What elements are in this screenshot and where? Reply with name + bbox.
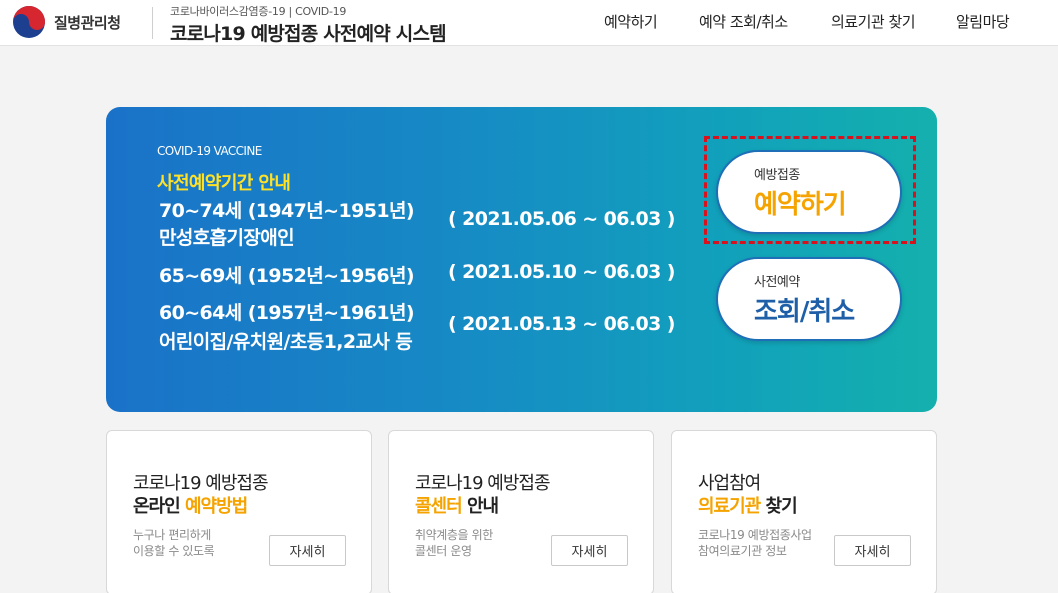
card-online-reservation: 코로나19 예방접종 온라인 예약방법 누구나 편리하게 이용할 수 있도록 자… bbox=[106, 430, 372, 593]
site-title[interactable]: 코로나19 예방접종 사전예약 시스템 bbox=[170, 19, 447, 46]
header: 질병관리청 코로나바이러스감염증-19 | COVID-19 코로나19 예방접… bbox=[0, 0, 1058, 46]
nav-lookup-cancel[interactable]: 예약 조회/취소 bbox=[699, 11, 788, 32]
card-desc-line1: 코로나19 예방접종사업 bbox=[698, 528, 812, 542]
card-desc-line2: 이용할 수 있도록 bbox=[133, 544, 215, 558]
taegeuk-logo-icon bbox=[13, 6, 45, 38]
card-desc-line2: 콜센터 운영 bbox=[415, 544, 472, 558]
site-subtitle: 코로나바이러스감염증-19 | COVID-19 bbox=[170, 5, 347, 18]
group-2-range: ( 2021.05.10 ~ 06.03 ) bbox=[448, 261, 675, 283]
hero-banner: COVID-19 VACCINE 사전예약기간 안내 70~74세 (1947년… bbox=[106, 107, 937, 412]
card-subtitle: 의료기관 찾기 bbox=[698, 496, 798, 517]
reserve-button-caption: 예방접종 bbox=[754, 168, 800, 183]
card-desc-line1: 취약계층을 위한 bbox=[415, 528, 493, 542]
group-1-range: ( 2021.05.06 ~ 06.03 ) bbox=[448, 208, 675, 230]
card-detail-button[interactable]: 자세히 bbox=[551, 535, 628, 566]
group-1-extra: 만성호흡기장애인 bbox=[159, 227, 295, 249]
header-divider bbox=[152, 7, 153, 39]
card-subtitle: 콜센터 안내 bbox=[415, 496, 499, 517]
period-title: 사전예약기간 안내 bbox=[157, 173, 291, 194]
group-3-age: 60~64세 (1957년~1961년) bbox=[159, 302, 415, 324]
agency-name: 질병관리청 bbox=[54, 13, 121, 32]
group-1-age: 70~74세 (1947년~1951년) bbox=[159, 200, 415, 222]
card-subtitle: 온라인 예약방법 bbox=[133, 496, 248, 517]
card-detail-button[interactable]: 자세히 bbox=[834, 535, 911, 566]
nav-reserve[interactable]: 예약하기 bbox=[604, 11, 658, 32]
nav-find-clinic[interactable]: 의료기관 찾기 bbox=[831, 11, 916, 32]
lookup-cancel-button[interactable]: 사전예약 조회/취소 bbox=[716, 257, 902, 341]
nav-notice[interactable]: 알림마당 bbox=[956, 11, 1010, 32]
card-desc-line1: 누구나 편리하게 bbox=[133, 528, 211, 542]
reserve-button[interactable]: 예방접종 예약하기 bbox=[716, 150, 902, 234]
card-call-center: 코로나19 예방접종 콜센터 안내 취약계층을 위한 콜센터 운영 자세히 bbox=[388, 430, 654, 593]
lookup-button-caption: 사전예약 bbox=[754, 275, 800, 290]
card-desc-line2: 참여의료기관 정보 bbox=[698, 544, 787, 558]
card-detail-button[interactable]: 자세히 bbox=[269, 535, 346, 566]
group-3-range: ( 2021.05.13 ~ 06.03 ) bbox=[448, 313, 675, 335]
reserve-button-label: 예약하기 bbox=[754, 190, 847, 220]
lookup-button-label: 조회/취소 bbox=[754, 297, 855, 327]
group-2-age: 65~69세 (1952년~1956년) bbox=[159, 265, 415, 287]
card-find-clinic: 사업참여 의료기관 찾기 코로나19 예방접종사업 참여의료기관 정보 자세히 bbox=[671, 430, 937, 593]
agency-logo[interactable]: 질병관리청 bbox=[12, 5, 121, 39]
group-3-extra: 어린이집/유치원/초등1,2교사 등 bbox=[159, 331, 413, 353]
hero-tag: COVID-19 VACCINE bbox=[157, 144, 262, 158]
